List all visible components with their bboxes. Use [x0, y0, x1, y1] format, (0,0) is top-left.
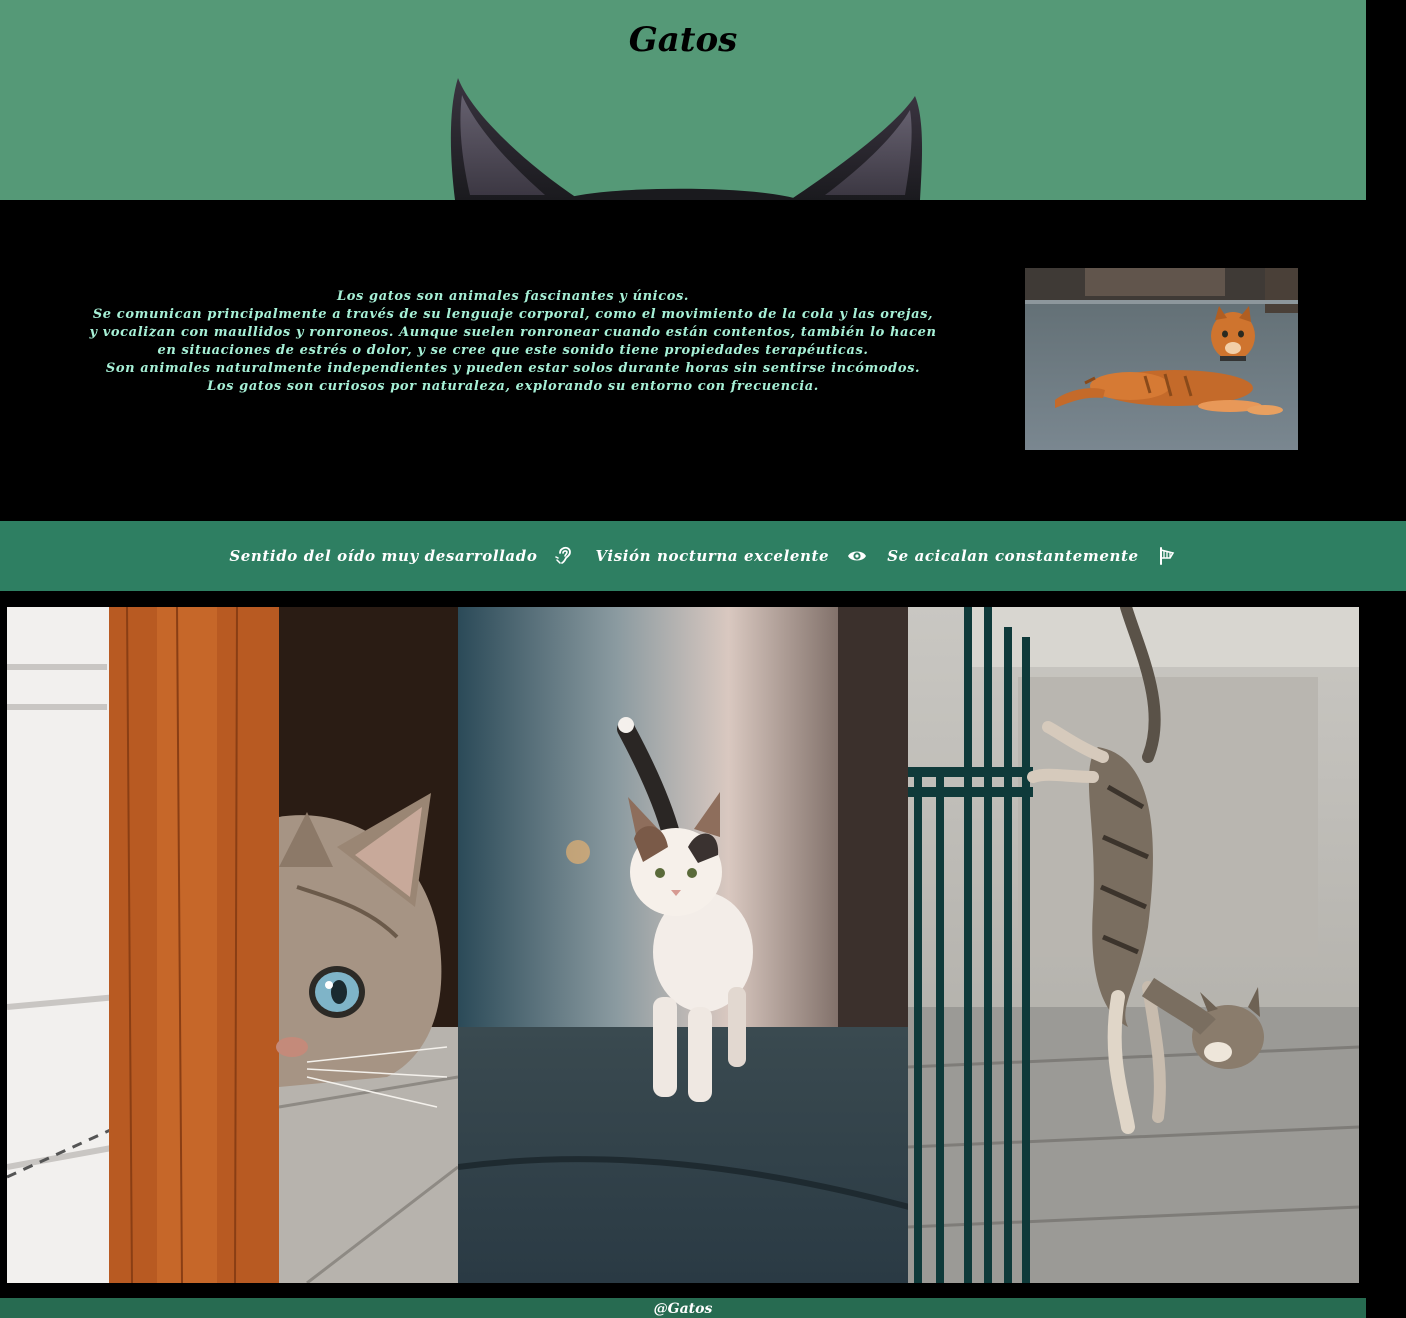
intro-text: Los gatos son animales fascinantes y úni…: [88, 288, 938, 396]
lying-orange-cat-photo: [1025, 268, 1298, 450]
feature-item-grooming: Se acicalan constantemente: [887, 546, 1176, 566]
page: Gatos Los gatos son animales fascinantes…: [0, 0, 1406, 1318]
brush-icon: [1157, 546, 1177, 566]
header-banner: Gatos: [0, 0, 1366, 200]
footer-text: @Gatos: [653, 1301, 713, 1317]
page-title: Gatos: [628, 20, 738, 60]
eye-icon: [847, 546, 867, 566]
feature-label: Sentido del oído muy desarrollado: [229, 547, 538, 565]
gallery-photo-peeking-cat: [7, 607, 458, 1283]
gallery-photo-jumping-cat: [908, 607, 1359, 1283]
feature-item-night-vision: Visión nocturna excelente: [595, 546, 867, 566]
intro-paragraph: Los gatos son curiosos por naturaleza, e…: [207, 379, 819, 394]
intro-section: Los gatos son animales fascinantes y úni…: [0, 200, 1366, 521]
gallery-photo-walking-cat: [458, 607, 909, 1283]
intro-paragraph: Son animales naturalmente independientes…: [105, 361, 921, 376]
feature-item-hearing: Sentido del oído muy desarrollado: [229, 546, 575, 566]
footer: @Gatos: [0, 1298, 1366, 1318]
photo-gallery: [7, 607, 1359, 1283]
intro-paragraph: Se comunican principalmente a través de …: [89, 307, 937, 358]
ear-listen-icon: [555, 546, 575, 566]
features-bar: Sentido del oído muy desarrollado Visión…: [0, 521, 1406, 591]
intro-paragraph: Los gatos son animales fascinantes y úni…: [336, 289, 690, 304]
feature-label: Se acicalan constantemente: [887, 547, 1139, 565]
feature-label: Visión nocturna excelente: [595, 547, 830, 565]
